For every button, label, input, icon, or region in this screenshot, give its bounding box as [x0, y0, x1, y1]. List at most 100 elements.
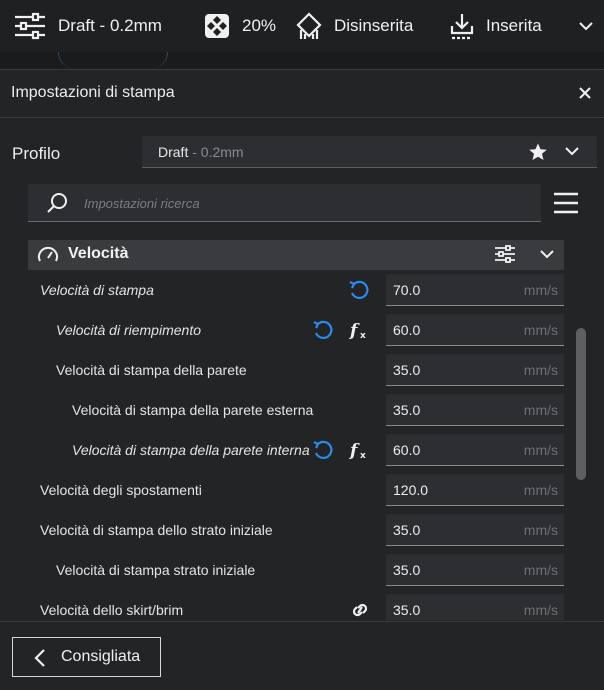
setting-unit: mm/s: [523, 362, 558, 378]
hamburger-icon: [554, 192, 578, 214]
category-label: Velocità: [68, 245, 129, 262]
star-icon[interactable]: [528, 142, 548, 167]
setting-label: Velocità di stampa strato iniziale: [56, 562, 256, 578]
adhesion-toolbar-label: Inserita: [486, 16, 542, 35]
settings-search: [28, 184, 541, 222]
setting-label: Velocità di stampa dello strato iniziale: [40, 522, 273, 538]
speedometer-icon: [37, 246, 59, 269]
setting-label: Velocità di stampa: [40, 282, 154, 298]
setting-value-field[interactable]: 120.0 mm/s: [386, 474, 564, 506]
search-input[interactable]: [84, 192, 524, 214]
footer-divider: [0, 621, 604, 622]
support-toolbar-button[interactable]: Disinserita: [296, 0, 413, 52]
profile-name-text: Draft: [158, 144, 189, 160]
setting-unit: mm/s: [523, 562, 558, 578]
svg-text:x: x: [360, 331, 366, 341]
setting-value: 60.0: [393, 442, 421, 458]
setting-value: 35.0: [393, 402, 421, 418]
settings-list: Velocità Velocità di stampa 70.0 mm/s Veloc…: [28, 240, 564, 620]
setting-value-field[interactable]: 35.0 mm/s: [386, 554, 564, 586]
close-icon: [579, 87, 591, 99]
settings-scrollbar[interactable]: [576, 328, 586, 480]
build-plate-outline: [58, 52, 168, 69]
setting-value: 35.0: [393, 562, 421, 578]
setting-value-field[interactable]: 35.0 mm/s: [386, 594, 564, 620]
setting-value-field[interactable]: 35.0 mm/s: [386, 394, 564, 426]
setting-label: Velocità degli spostamenti: [40, 482, 202, 498]
chevron-left-icon: [33, 648, 49, 673]
reset-icon[interactable]: [312, 439, 334, 466]
settings-menu-button[interactable]: [552, 189, 580, 217]
setting-row: Velocità di stampa 70.0 mm/s: [28, 270, 564, 306]
adhesion-toolbar-button[interactable]: Inserita: [450, 0, 542, 52]
infill-toolbar-button[interactable]: 20%: [204, 0, 276, 52]
top-toolbar: Draft - 0.2mm 20% Disinserita Inserita: [0, 0, 604, 52]
support-toolbar-label: Disinserita: [334, 16, 414, 35]
setting-value: 35.0: [393, 602, 421, 618]
print-settings-panel: Impostazioni di stampa Profilo Draft - 0…: [0, 69, 604, 690]
setting-unit: mm/s: [523, 482, 558, 498]
search-icon: [46, 192, 68, 219]
setting-row: Velocità di riempimento f x 60.0 mm/s: [28, 310, 564, 346]
setting-row: Velocità di stampa strato iniziale 35.0 mm…: [28, 550, 564, 586]
setting-unit: mm/s: [523, 602, 558, 618]
setting-label: Velocità di stampa della parete esterna: [72, 402, 314, 418]
setting-value: 35.0: [393, 362, 421, 378]
setting-value: 70.0: [393, 282, 421, 298]
function-icon[interactable]: fx: [348, 319, 370, 346]
svg-text:x: x: [360, 451, 366, 461]
setting-label: Velocità di riempimento: [56, 322, 201, 338]
panel-header: Impostazioni di stampa: [0, 70, 604, 118]
close-button[interactable]: [574, 82, 596, 104]
setting-value-field[interactable]: 60.0 mm/s: [386, 314, 564, 346]
sliders-icon: [495, 245, 515, 263]
setting-value: 35.0: [393, 522, 421, 538]
setting-unit: mm/s: [523, 282, 558, 298]
reset-icon[interactable]: [348, 279, 370, 306]
setting-value: 60.0: [393, 322, 421, 338]
recommended-mode-label: Consigliata: [61, 648, 141, 665]
setting-row: Velocità di stampa dello strato iniziale…: [28, 510, 564, 546]
function-icon[interactable]: fx: [348, 439, 370, 466]
setting-label: Velocità di stampa della parete interna: [72, 442, 310, 458]
chevron-down-icon: [564, 143, 580, 164]
category-header-speed[interactable]: Velocità: [28, 240, 564, 270]
chevron-down-icon[interactable]: [539, 246, 555, 267]
support-icon: [296, 12, 322, 40]
viewport-strip: [0, 52, 604, 69]
setting-unit: mm/s: [523, 522, 558, 538]
link-icon[interactable]: [348, 599, 372, 620]
profile-name: Draft - 0.2mm: [158, 144, 244, 160]
setting-value: 120.0: [393, 482, 429, 498]
setting-row: Velocità di stampa della parete esterna 3…: [28, 390, 564, 426]
adhesion-icon: [450, 12, 474, 40]
profile-select[interactable]: Draft - 0.2mm: [142, 136, 597, 168]
setting-label: Velocità di stampa della parete: [56, 362, 247, 378]
profile-toolbar-label: Draft - 0.2mm: [58, 16, 162, 35]
infill-toolbar-label: 20%: [242, 16, 277, 35]
profile-quality: - 0.2mm: [188, 144, 244, 160]
setting-label: Velocità dello skirt/brim: [40, 602, 184, 618]
setting-value-field[interactable]: 35.0 mm/s: [386, 354, 564, 386]
panel-title: Impostazioni di stampa: [11, 84, 175, 101]
setting-value-field[interactable]: 70.0 mm/s: [386, 274, 564, 306]
profile-toolbar-button[interactable]: Draft - 0.2mm: [14, 0, 162, 52]
setting-unit: mm/s: [523, 442, 558, 458]
setting-row: Velocità dello skirt/brim 35.0 mm/s: [28, 590, 564, 620]
reset-icon[interactable]: [312, 319, 334, 346]
setting-unit: mm/s: [523, 402, 558, 418]
setting-value-field[interactable]: 60.0 mm/s: [386, 434, 564, 466]
svg-text:f: f: [349, 321, 360, 341]
toolbar-collapse-button[interactable]: [578, 0, 594, 52]
recommended-mode-button[interactable]: Consigliata: [12, 637, 161, 677]
setting-row: Velocità degli spostamenti 120.0 mm/s: [28, 470, 564, 506]
chevron-down-icon: [578, 18, 594, 34]
setting-unit: mm/s: [523, 322, 558, 338]
svg-text:f: f: [349, 441, 360, 461]
setting-row: Velocità di stampa della parete 35.0 mm/s: [28, 350, 564, 386]
infill-icon: [204, 13, 230, 39]
setting-value-field[interactable]: 35.0 mm/s: [386, 514, 564, 546]
sliders-icon: [14, 12, 46, 40]
profile-label: Profilo: [12, 144, 61, 163]
category-settings-button[interactable]: [494, 244, 516, 269]
